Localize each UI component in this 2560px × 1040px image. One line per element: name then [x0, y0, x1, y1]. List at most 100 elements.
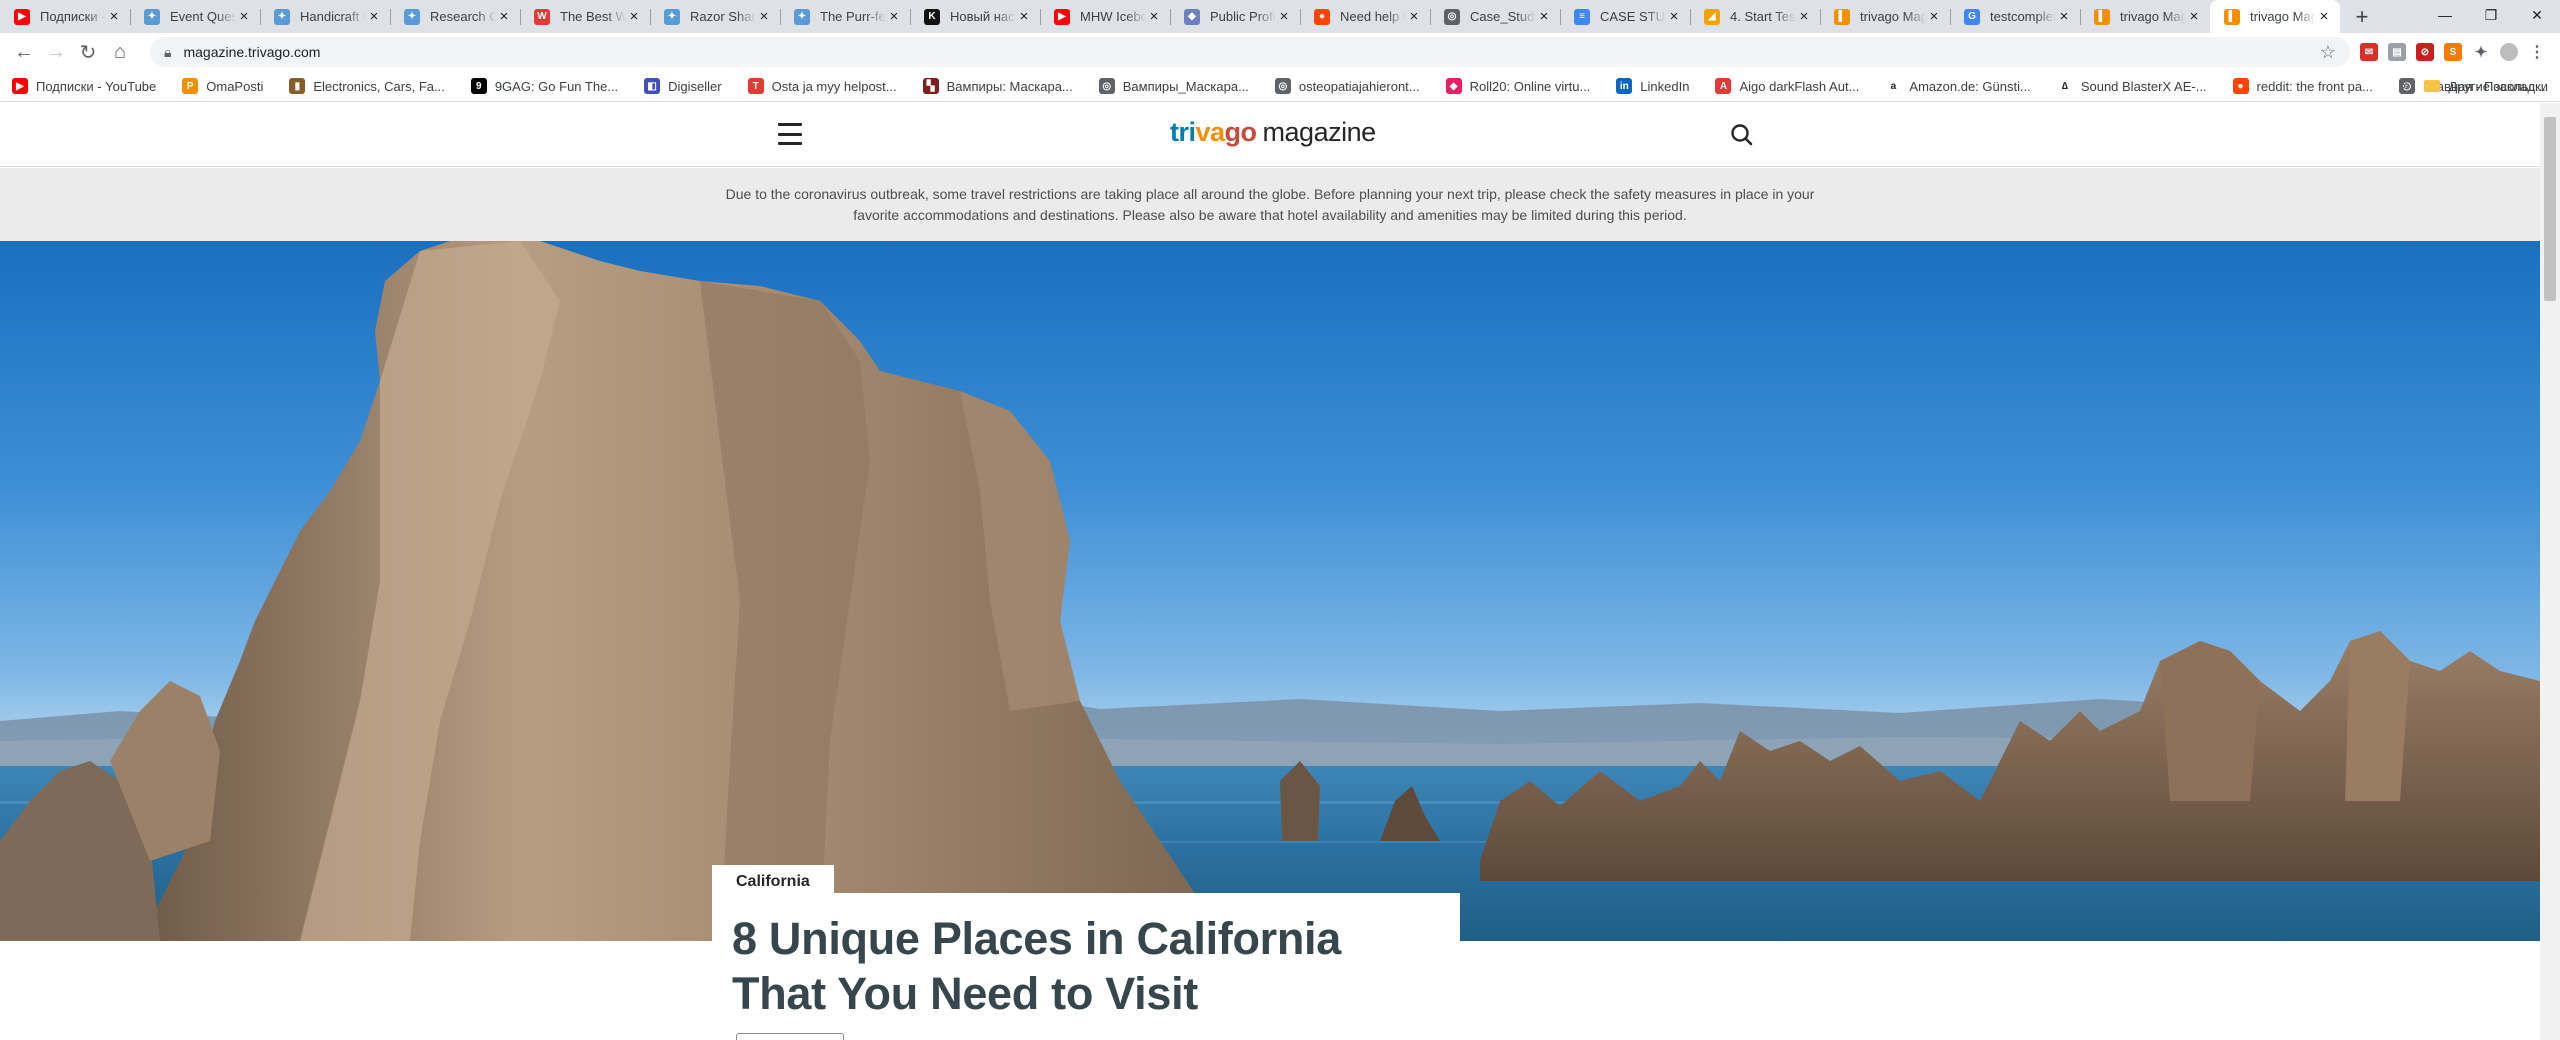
hero-image	[0, 241, 2540, 941]
tab-close-icon[interactable]: ×	[756, 8, 772, 25]
bookmarks-overflow-button[interactable]: »	[2401, 77, 2410, 95]
tab-close-icon[interactable]: ×	[496, 8, 512, 25]
forward-button[interactable]: →	[40, 36, 72, 68]
bookmark-item[interactable]: T Osta ja myy helpost...	[747, 78, 897, 94]
adblock-extension-icon[interactable]: ⊘	[2416, 43, 2434, 61]
window-controls: — ❐ ✕	[2422, 0, 2560, 33]
tab[interactable]: ▶ Подписки - YouTube×	[0, 0, 130, 33]
tab-favicon-icon: ▶	[14, 8, 30, 25]
tab[interactable]: ◆ Public Profile×	[1170, 0, 1300, 33]
web-page: trivago magazine Due to the coronavirus o…	[0, 103, 2560, 1040]
tab-close-icon[interactable]: ×	[1276, 8, 1292, 25]
bookmark-item[interactable]: ∆ Sound BlasterX AE-...	[2056, 78, 2207, 94]
bookmark-favicon-icon: ◎	[1098, 78, 1115, 94]
tab-close-icon[interactable]: ×	[626, 8, 642, 25]
hamburger-menu-icon[interactable]	[778, 123, 802, 145]
tab-close-icon[interactable]: ×	[1666, 8, 1682, 25]
tab[interactable]: ✦ The Purr-fect×	[780, 0, 910, 33]
bookmark-item[interactable]: a Amazon.de: Günsti...	[1885, 78, 2031, 94]
close-window-button[interactable]: ✕	[2514, 0, 2560, 30]
tab-strip: ▶Подписки - YouTube×✦Event Questionnaire…	[0, 0, 2560, 33]
tab-close-icon[interactable]: ×	[1926, 8, 1942, 25]
tab[interactable]: Gtestcomplete×	[1950, 0, 2080, 33]
bookmark-item[interactable]: P OmaPosti	[182, 78, 263, 94]
tab-title: Case_Study	[1470, 9, 1536, 24]
trivago-magazine-logo[interactable]: trivago magazine	[1170, 117, 1376, 148]
home-button[interactable]: ⌂	[104, 36, 136, 68]
bookmark-item[interactable]: ▶ Подписки - YouTube	[12, 78, 156, 94]
back-button[interactable]: ←	[8, 36, 40, 68]
tab-close-icon[interactable]: ×	[106, 8, 122, 25]
tab-list: ▶Подписки - YouTube×✦Event Questionnaire…	[0, 0, 2340, 33]
new-tab-button[interactable]: +	[2346, 0, 2378, 33]
bookmark-item[interactable]: ◎ Вампиры_Маскара...	[1098, 78, 1249, 94]
reload-button[interactable]: ↻	[72, 36, 104, 68]
url-text[interactable]: magazine.trivago.com	[183, 44, 320, 60]
bookmark-item[interactable]: ◎ osteopatiajahieront...	[1274, 78, 1420, 94]
tab-close-icon[interactable]: ×	[2056, 8, 2072, 25]
save-extension-icon[interactable]: ▤	[2388, 43, 2406, 61]
address-bar[interactable]: 🔒︎ magazine.trivago.com ☆	[150, 37, 2350, 67]
bookmark-item[interactable]: ● reddit: the front pa...	[2232, 78, 2373, 94]
menu-kebab-icon[interactable]: ⋮	[2528, 43, 2546, 61]
tab[interactable]: ● Need help with×	[1300, 0, 1430, 33]
extensions-area: ✉ ▤ ⊘ S ✦ ⋮	[2360, 43, 2546, 61]
tab-close-icon[interactable]: ×	[1536, 8, 1552, 25]
tab[interactable]: ◎ Case_Study ×	[1430, 0, 1560, 33]
tab-close-icon[interactable]: ×	[2186, 8, 2202, 25]
puzzle-extensions-icon[interactable]: ✦	[2472, 43, 2490, 61]
tab-close-icon[interactable]: ×	[366, 8, 382, 25]
tab[interactable]: ✦ Research Compass×	[390, 0, 520, 33]
tab-close-icon[interactable]: ×	[1796, 8, 1812, 25]
tab-favicon-icon: ✦	[794, 8, 810, 25]
tab-close-icon[interactable]: ×	[1406, 8, 1422, 25]
mail-extension-icon[interactable]: ✉	[2360, 43, 2378, 61]
tab-title: The Best Writing	[560, 9, 626, 24]
bookmark-favicon-icon: 9	[470, 78, 487, 94]
minimize-button[interactable]: —	[2422, 0, 2468, 30]
article-title[interactable]: 8 Unique Places in California That You N…	[732, 911, 1438, 1021]
tab-favicon-icon: ✦	[404, 8, 420, 25]
article-headline-card: 8 Unique Places in California That You N…	[712, 893, 1460, 1040]
tab-close-icon[interactable]: ×	[236, 8, 252, 25]
bookmark-star-icon[interactable]: ☆	[2320, 42, 2336, 63]
tab-close-icon[interactable]: ×	[2316, 8, 2332, 25]
other-bookmarks-folder[interactable]: Другие закладки	[2424, 79, 2548, 94]
logo-part-go: go	[1224, 117, 1258, 147]
tab[interactable]: K Новый наставник×	[910, 0, 1040, 33]
tab[interactable]: ◢ 4. Start Test ×	[1690, 0, 1820, 33]
bookmark-label: Electronics, Cars, Fa...	[313, 78, 445, 94]
tab-close-icon[interactable]: ×	[886, 8, 902, 25]
profile-avatar[interactable]	[2500, 43, 2518, 61]
tab[interactable]: ≡ CASE STUDY×	[1560, 0, 1690, 33]
tab-favicon-icon: ◆	[1184, 8, 1200, 25]
tab[interactable]: ▶ MHW Iceborne×	[1040, 0, 1170, 33]
bookmark-label: reddit: the front pa...	[2256, 78, 2373, 94]
bookmark-item[interactable]: A Aigo darkFlash Aut...	[1715, 78, 1859, 94]
tab[interactable]: W The Best Writing×	[520, 0, 650, 33]
tab-close-icon[interactable]: ×	[1016, 8, 1032, 25]
tab[interactable]: ▌ trivago Magazine×	[1820, 0, 1950, 33]
bookmark-label: Вампиры: Маскара...	[946, 78, 1073, 94]
tab-close-icon[interactable]: ×	[1146, 8, 1162, 25]
page-scrollbar[interactable]	[2540, 103, 2560, 1040]
orange-extension-icon[interactable]: S	[2444, 43, 2462, 61]
bookmark-favicon-icon: P	[182, 78, 199, 94]
tab[interactable]: ✦ Handicraft Center×	[260, 0, 390, 33]
tab[interactable]: ✦ Event Questionnaire×	[130, 0, 260, 33]
tab[interactable]: ▌ trivago Magazine×	[2080, 0, 2210, 33]
scrollbar-thumb[interactable]	[2544, 117, 2556, 301]
search-icon[interactable]	[1729, 122, 1755, 148]
bookmark-item[interactable]: ▮ Electronics, Cars, Fa...	[289, 78, 445, 94]
bookmark-item[interactable]: ◧ Digiseller	[644, 78, 722, 94]
bookmark-item[interactable]: in LinkedIn	[1616, 78, 1689, 94]
tab-favicon-icon: G	[1964, 8, 1980, 25]
tab-favicon-icon: ◢	[1704, 8, 1720, 25]
restore-button[interactable]: ❐	[2468, 0, 2514, 30]
bookmark-item[interactable]: ▚ Вампиры: Маскара...	[922, 78, 1073, 94]
bookmark-list: ▶ Подписки - YouTube P OmaPosti ▮ Electronics…	[12, 78, 2560, 94]
bookmark-item[interactable]: 9 9GAG: Go Fun The...	[470, 78, 618, 94]
bookmark-item[interactable]: ◆ Roll20: Online virtu...	[1445, 78, 1590, 94]
tab-active[interactable]: ▌ trivago Magazine×	[2210, 0, 2340, 33]
tab[interactable]: ✦ Razor Sharp ×	[650, 0, 780, 33]
